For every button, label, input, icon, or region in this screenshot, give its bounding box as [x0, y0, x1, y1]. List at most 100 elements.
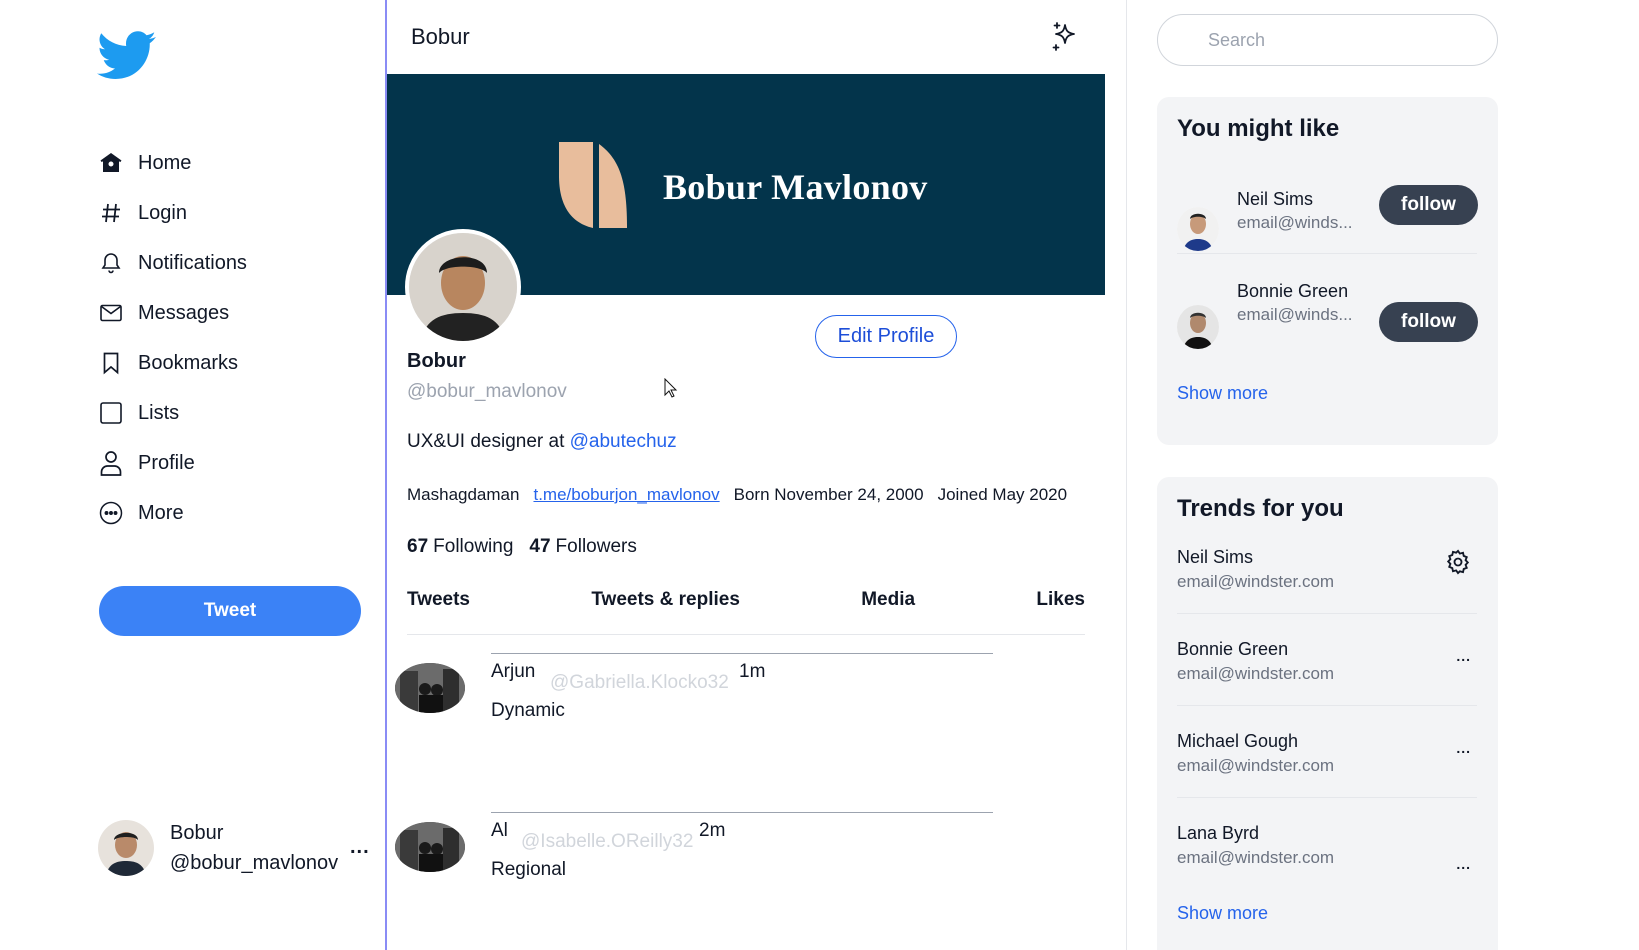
profile-tabs: Tweets Tweets & replies Media Likes — [407, 585, 1085, 635]
bio-text: UX&UI designer at — [407, 431, 565, 452]
nav-label-messages: Messages — [138, 301, 230, 324]
nav-item-lists[interactable]: Lists — [98, 388, 247, 438]
trend-email: email@windster.com — [1177, 572, 1335, 591]
mouse-cursor-icon — [664, 378, 678, 398]
bookmark-icon — [98, 350, 124, 376]
suggestion-email: email@winds... — [1237, 213, 1353, 232]
page-header: Bobur — [387, 0, 1106, 74]
nav-item-profile[interactable]: Profile — [98, 438, 247, 488]
profile-meta: Mashagdaman t.me/boburjon_mavlonov Born … — [407, 485, 1067, 505]
trend-name: Michael Gough — [1177, 731, 1299, 751]
follow-button[interactable]: follow — [1379, 185, 1478, 225]
list-icon — [98, 400, 124, 426]
followers-stat[interactable]: 47 Followers — [529, 536, 636, 558]
suggestion-avatar[interactable] — [1177, 305, 1219, 349]
trend-email: email@windster.com — [1177, 664, 1335, 683]
tweet-timestamp: 1m — [739, 661, 766, 682]
trend-item[interactable]: Neil Sims email@windster.com — [1177, 547, 1477, 637]
trend-email: email@windster.com — [1177, 756, 1335, 775]
nav-item-notifications[interactable]: Notifications — [98, 238, 247, 288]
nav-item-home[interactable]: Home — [98, 138, 247, 188]
list-divider — [1177, 705, 1477, 706]
follow-button[interactable]: follow — [1379, 302, 1478, 342]
suggestion-avatar[interactable] — [1177, 207, 1219, 251]
bio-mention-link[interactable]: @abutechuz — [570, 431, 677, 452]
list-divider — [1177, 253, 1477, 254]
tweet-avatar[interactable] — [395, 663, 465, 713]
home-icon — [98, 150, 124, 176]
following-count: 67 — [407, 536, 429, 557]
nav-label-profile: Profile — [138, 451, 195, 474]
trend-item[interactable]: Lana Byrd email@windster.com ... — [1177, 823, 1477, 913]
nav-label-more: More — [138, 501, 184, 524]
sparkle-icon[interactable] — [1049, 21, 1081, 53]
suggestion-item: Bonnie Green email@winds... follow — [1177, 277, 1478, 367]
banner-title: Bobur Mavlonov — [663, 167, 928, 207]
trends-card: Trends for you Neil Sims email@windster.… — [1157, 477, 1498, 950]
tab-tweets-replies[interactable]: Tweets & replies — [591, 585, 740, 634]
page-title: Bobur — [411, 24, 470, 49]
search-input[interactable] — [1157, 14, 1498, 66]
hashtag-icon — [98, 200, 124, 226]
tab-likes[interactable]: Likes — [1036, 585, 1085, 634]
mail-icon — [98, 300, 124, 326]
account-name: Bobur — [170, 822, 224, 844]
trend-name: Bonnie Green — [1177, 639, 1289, 659]
profile-handle: @bobur_mavlonov — [407, 381, 567, 402]
nav-label-login: Login — [138, 201, 187, 224]
suggestion-name[interactable]: Bonnie Green — [1237, 281, 1348, 302]
suggestion-name[interactable]: Neil Sims — [1237, 189, 1313, 210]
nav-label-notifications: Notifications — [138, 251, 247, 274]
more-options-icon[interactable]: ... — [1456, 648, 1471, 664]
profile-avatar[interactable] — [405, 229, 521, 345]
nav-item-login[interactable]: Login — [98, 188, 247, 238]
tweet-author[interactable]: Al — [491, 820, 508, 842]
following-label: Following — [433, 536, 514, 557]
account-menu-icon[interactable]: ... — [350, 836, 370, 859]
main-nav: Home Login Notifications Messages Bookma… — [98, 138, 247, 538]
bell-icon — [98, 250, 124, 276]
trend-email: email@windster.com — [1177, 848, 1335, 867]
show-more-link[interactable]: Show more — [1177, 383, 1268, 404]
account-switcher[interactable]: Bobur @bobur_mavlonov — [98, 818, 338, 878]
following-stat[interactable]: 67 Following — [407, 536, 513, 558]
profile-website-link[interactable]: t.me/boburjon_mavlonov — [533, 485, 719, 505]
trend-item[interactable]: Michael Gough email@windster.com ... — [1177, 731, 1477, 821]
user-icon — [98, 450, 124, 476]
profile-joined-date: Joined May 2020 — [937, 485, 1068, 504]
nav-label-bookmarks: Bookmarks — [138, 351, 239, 374]
suggestions-title: You might like — [1177, 115, 1340, 142]
nav-item-bookmarks[interactable]: Bookmarks — [98, 338, 247, 388]
suggestion-email: email@winds... — [1237, 305, 1353, 324]
nav-item-more[interactable]: More — [98, 488, 247, 538]
profile-birthdate: Born November 24, 2000 — [733, 485, 924, 504]
tab-media[interactable]: Media — [861, 585, 915, 634]
more-options-icon[interactable]: ... — [1456, 740, 1471, 756]
column-divider — [1126, 0, 1127, 950]
twitter-bird-icon[interactable] — [97, 30, 157, 82]
left-sidebar: Home Login Notifications Messages Bookma… — [0, 0, 387, 950]
tweet-handle: @Gabriella.Klocko32 — [550, 672, 729, 693]
suggestion-item: Neil Sims email@winds... follow — [1177, 185, 1478, 275]
show-more-link[interactable]: Show more — [1177, 903, 1268, 924]
more-circle-icon — [98, 500, 124, 526]
suggestions-card: You might like Neil Sims email@winds... … — [1157, 97, 1498, 445]
profile-bio: UX&UI designer at @abutechuz — [407, 431, 677, 453]
avatar — [98, 820, 154, 876]
tweet-divider — [491, 653, 993, 654]
gear-icon[interactable] — [1444, 548, 1472, 581]
edit-profile-button[interactable]: Edit Profile — [815, 315, 957, 358]
tweet-author[interactable]: Arjun — [491, 661, 535, 683]
nav-item-messages[interactable]: Messages — [98, 288, 247, 338]
tweet-button[interactable]: Tweet — [99, 586, 361, 636]
tweet-avatar[interactable] — [395, 822, 465, 872]
followers-label: Followers — [555, 536, 637, 557]
profile-stats: 67 Following 47 Followers — [407, 536, 637, 558]
trend-name: Neil Sims — [1177, 547, 1254, 567]
list-divider — [1177, 797, 1477, 798]
trend-item[interactable]: Bonnie Green email@windster.com ... — [1177, 639, 1477, 729]
tab-tweets[interactable]: Tweets — [407, 585, 470, 634]
tweet-divider — [491, 812, 993, 813]
more-options-icon[interactable]: ... — [1456, 856, 1471, 872]
tweet-handle: @Isabelle.OReilly32 — [521, 831, 694, 852]
